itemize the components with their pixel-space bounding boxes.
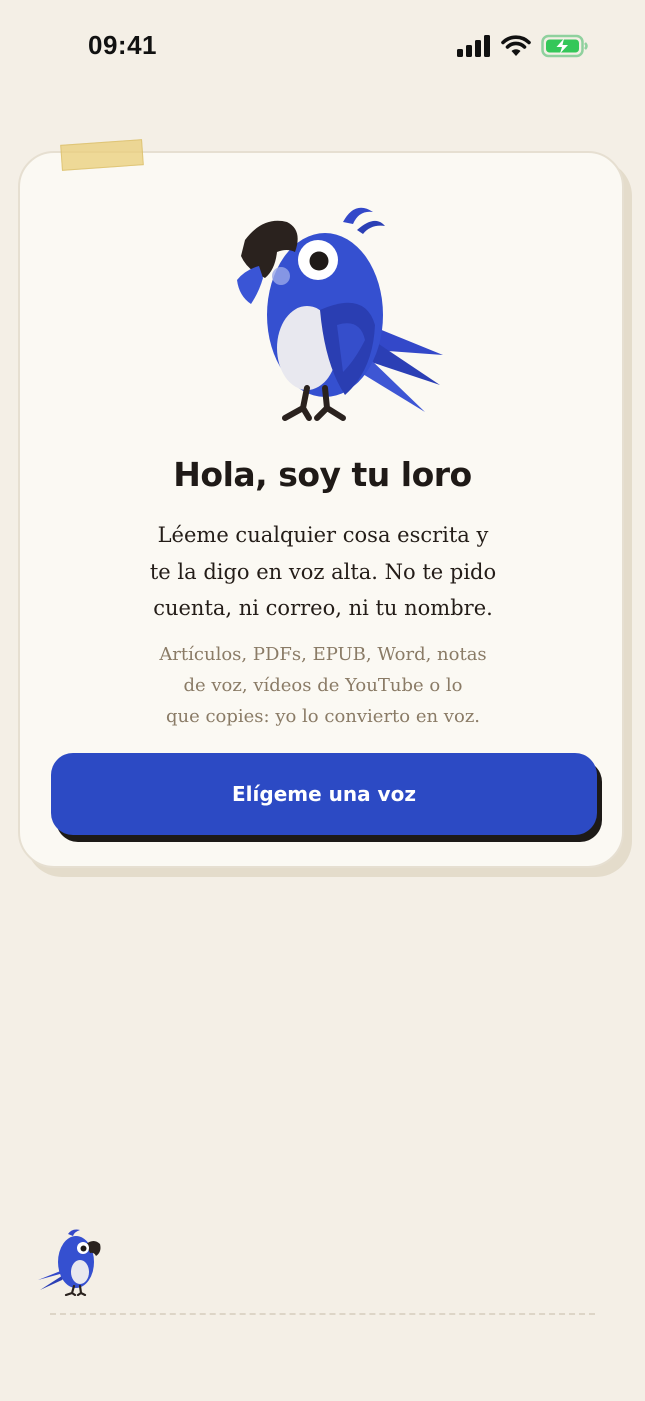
sub-line: de voz, vídeos de YouTube o lo bbox=[183, 675, 463, 696]
sub-line: que copies: yo lo convierto en voz. bbox=[165, 706, 481, 727]
parrot-mascot-illustration bbox=[237, 207, 443, 421]
cellular-signal-icon bbox=[457, 35, 490, 57]
welcome-supported-formats: Artículos, PDFs, EPUB, Word, notas de vo… bbox=[118, 639, 528, 732]
welcome-title: Hola, soy tu loro bbox=[173, 455, 472, 494]
lead-line: te la digo en voz alta. No te pido bbox=[149, 559, 497, 584]
lead-line: cuenta, ni correo, ni tu nombre. bbox=[153, 596, 493, 620]
status-time: 09:41 bbox=[88, 30, 157, 60]
choose-voice-button[interactable]: Elígeme una voz bbox=[51, 753, 597, 835]
status-icons bbox=[457, 34, 589, 58]
dashed-divider bbox=[50, 1313, 595, 1315]
wifi-icon bbox=[501, 35, 531, 56]
status-bar: 09:41 bbox=[0, 0, 645, 95]
welcome-lead-text: Léeme cualquier cosa escrita y te la dig… bbox=[118, 517, 528, 627]
parrot-mascot-small-icon bbox=[38, 1229, 101, 1296]
battery-charging-icon bbox=[541, 34, 588, 58]
lead-line: Léeme cualquier cosa escrita y bbox=[157, 523, 489, 547]
sub-line: Artículos, PDFs, EPUB, Word, notas bbox=[159, 644, 487, 665]
